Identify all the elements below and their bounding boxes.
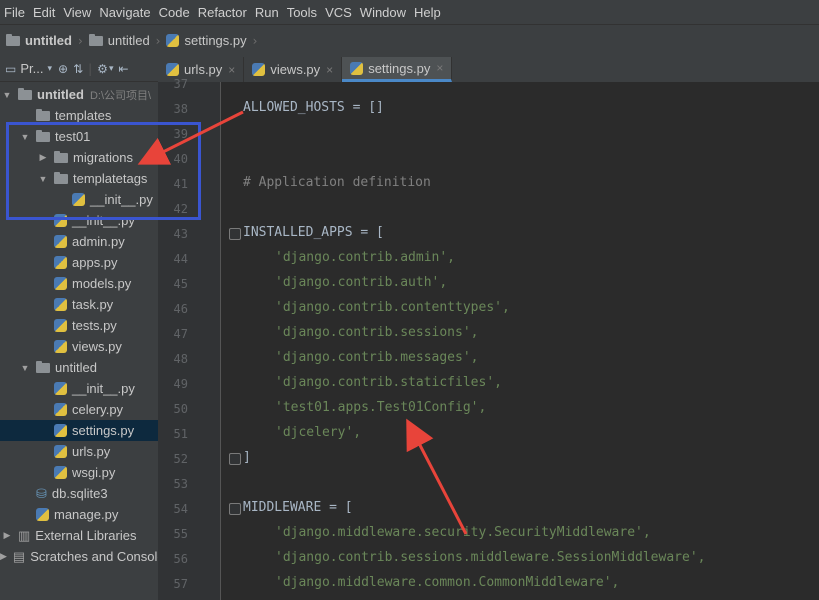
annotation-arrows: [137, 110, 468, 535]
annotation-arrow: [137, 110, 244, 165]
annotation-arrow: [406, 418, 468, 535]
